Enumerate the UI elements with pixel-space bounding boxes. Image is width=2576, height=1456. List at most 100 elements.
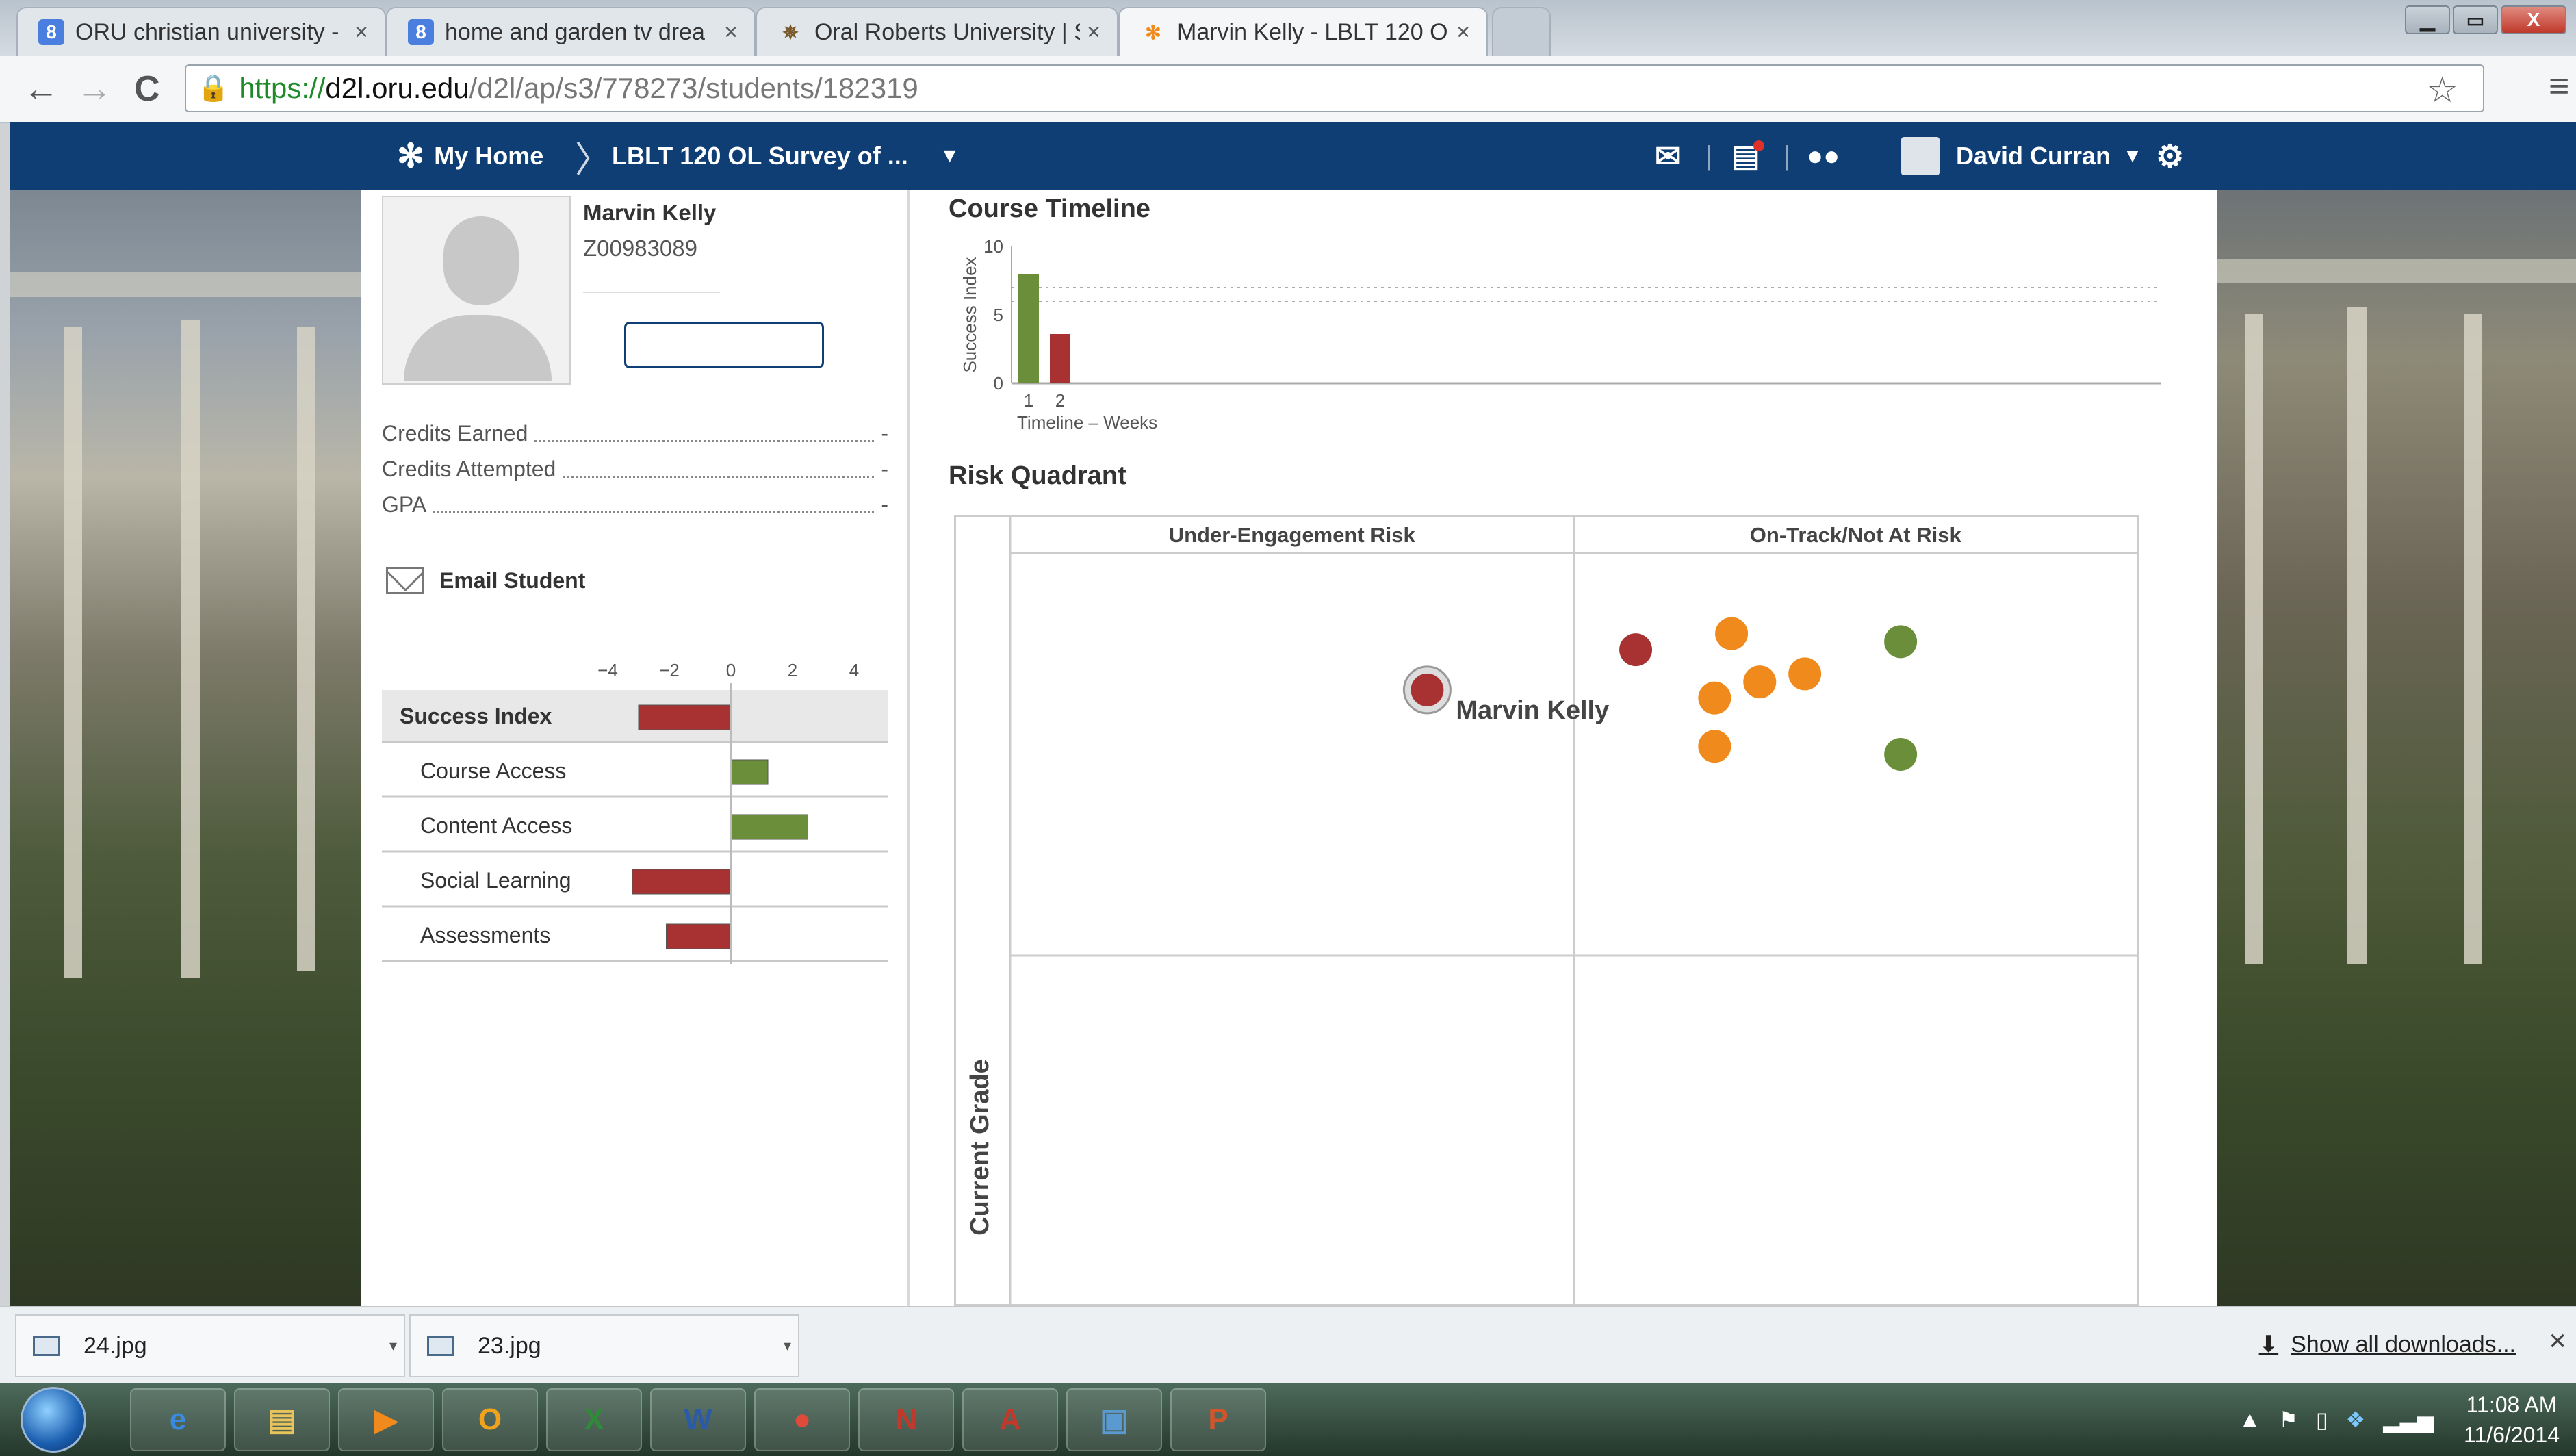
user-avatar-icon <box>1901 137 1940 175</box>
quadrant-label: Under-Engagement Risk <box>1169 523 1416 547</box>
highlighted-student-label: Marvin Kelly <box>1456 696 1609 725</box>
excel-icon[interactable]: X <box>546 1388 642 1451</box>
risk-point <box>1698 730 1731 763</box>
forward-button[interactable]: → <box>77 68 112 110</box>
battery-icon[interactable]: ▯ <box>2316 1407 2328 1433</box>
chrome-icon[interactable]: ● <box>754 1388 850 1451</box>
student-divider <box>583 292 720 293</box>
browser-menu-icon[interactable]: ≡ <box>2549 66 2576 107</box>
settings-gear-icon[interactable]: ⚙ <box>2156 122 2184 190</box>
quadrant-label: On-Track/Not At Risk <box>1750 523 1962 547</box>
show-all-downloads-link[interactable]: ⬇ Show all downloads... <box>2259 1331 2516 1358</box>
my-home-link[interactable]: ✻ My Home <box>397 122 543 190</box>
tab-title: Marvin Kelly - LBLT 120 O <box>1177 18 1448 45</box>
start-button[interactable] <box>21 1387 86 1453</box>
stat-label: Credits Earned <box>382 420 528 446</box>
photos-icon[interactable]: ▣ <box>1066 1388 1162 1451</box>
risk-point <box>1715 617 1749 650</box>
tab-marvin-kelly[interactable]: ✻ Marvin Kelly - LBLT 120 O × <box>1118 7 1488 56</box>
downloads-bar: 24.jpg ▾ 23.jpg ▾ ⬇ Show all downloads..… <box>0 1306 2576 1384</box>
url-host: d2l.oru.edu <box>325 72 469 104</box>
y-tick-label: 10 <box>983 238 1003 257</box>
student-action-button[interactable] <box>624 322 824 368</box>
stat-label: GPA <box>382 491 427 517</box>
success-row-label: Assessments <box>420 923 550 947</box>
update-alerts-icon[interactable]: ▤ <box>1731 122 1764 190</box>
course-selector[interactable]: LBLT 120 OL Survey of ... ▼ <box>612 122 959 190</box>
system-tray: ▲ ⚑ ▯ ❖ ▂▃▅ 11:08 AM 11/6/2014 <box>2239 1383 2560 1456</box>
nav-separator: | <box>1783 140 1791 171</box>
course-timeline-title: Course Timeline <box>949 194 1150 223</box>
image-file-icon <box>427 1336 454 1356</box>
tab-title: home and garden tv drea <box>445 18 705 45</box>
outlook-icon[interactable]: O <box>442 1388 538 1451</box>
campus-background-right <box>2217 122 2576 1306</box>
chevron-down-icon: ▼ <box>939 144 960 167</box>
dropbox-icon[interactable]: ❖ <box>2346 1407 2366 1433</box>
close-downloads-icon[interactable]: × <box>2549 1324 2566 1358</box>
tray-arrow-icon[interactable]: ▲ <box>2239 1407 2261 1432</box>
tab-close-icon[interactable]: × <box>1080 19 1107 46</box>
tab-oru-search[interactable]: 8 ORU christian university - × <box>16 7 386 56</box>
axis-tick-label: −2 <box>659 660 680 680</box>
risk-point <box>1619 633 1653 667</box>
signal-icon[interactable]: ▂▃▅ <box>2383 1407 2434 1433</box>
address-bar[interactable]: 🔒 https://d2l.oru.edu/d2l/ap/s3/778273/s… <box>185 64 2484 112</box>
powerpoint-icon[interactable]: P <box>1170 1388 1266 1451</box>
download-item[interactable]: 24.jpg ▾ <box>15 1314 405 1377</box>
restore-button[interactable]: ▭ <box>2453 5 2498 34</box>
download-item[interactable]: 23.jpg ▾ <box>409 1314 799 1377</box>
google-icon: 8 <box>38 19 64 45</box>
internet-explorer-icon[interactable]: e <box>130 1388 226 1451</box>
show-all-label: Show all downloads... <box>2291 1331 2516 1357</box>
tab-oral-roberts[interactable]: ✵ Oral Roberts University | S × <box>756 7 1118 56</box>
campus-background-left <box>10 122 361 1306</box>
x-tick-label: 1 <box>1024 390 1033 411</box>
tab-home-garden[interactable]: 8 home and garden tv drea × <box>386 7 756 56</box>
breadcrumb-chevron-icon: 〉 <box>575 140 611 180</box>
subscription-alerts-icon[interactable]: ●● <box>1807 122 1840 190</box>
flag-icon[interactable]: ⚑ <box>2278 1407 2298 1433</box>
new-tab-button[interactable] <box>1492 7 1551 56</box>
success-bar <box>632 869 732 895</box>
back-button[interactable]: ← <box>23 68 59 110</box>
tab-close-icon[interactable]: × <box>717 19 745 46</box>
message-alerts-icon[interactable]: ✉ <box>1655 122 1682 190</box>
y-tick-label: 5 <box>994 305 1003 325</box>
minimize-button[interactable]: ▁ <box>2405 5 2450 34</box>
url-path: /d2l/ap/s3/778273/students/182319 <box>469 72 918 104</box>
user-name: David Curran <box>1956 142 2111 170</box>
clock-date: 11/6/2014 <box>2464 1422 2560 1447</box>
reload-button[interactable]: C <box>134 68 160 110</box>
window-controls: ▁ ▭ X <box>2405 5 2566 34</box>
chevron-down-icon[interactable]: ▾ <box>784 1337 791 1355</box>
risk-point <box>1884 738 1918 771</box>
clock-time: 11:08 AM <box>2466 1392 2558 1417</box>
envelope-icon <box>386 567 424 594</box>
acrobat-icon[interactable]: A <box>962 1388 1058 1451</box>
file-explorer-icon[interactable]: ▤ <box>234 1388 330 1451</box>
download-filename: 23.jpg <box>478 1332 541 1359</box>
course-label: LBLT 120 OL Survey of ... <box>612 142 908 170</box>
risk-point <box>1411 673 1444 706</box>
risk-point <box>1884 625 1918 659</box>
bookmark-star-icon[interactable]: ☆ <box>2426 70 2458 111</box>
browser-chrome: 8 ORU christian university - × 8 home an… <box>0 0 2576 123</box>
x-tick-label: 2 <box>1055 390 1065 411</box>
email-student-link[interactable]: Email Student <box>386 567 585 594</box>
chevron-down-icon[interactable]: ▾ <box>389 1337 397 1355</box>
y-axis-label: Success Index <box>959 257 980 372</box>
user-menu[interactable]: David Curran ▼ <box>1901 122 2142 190</box>
notes-icon[interactable]: N <box>858 1388 954 1451</box>
success-row-label: Course Access <box>420 758 566 783</box>
taskbar-clock[interactable]: 11:08 AM 11/6/2014 <box>2464 1390 2560 1450</box>
word-icon[interactable]: W <box>650 1388 746 1451</box>
close-window-button[interactable]: X <box>2501 5 2566 34</box>
tab-close-icon[interactable]: × <box>348 19 375 46</box>
tab-close-icon[interactable]: × <box>1450 19 1477 46</box>
browser-toolbar: ← → C 🔒 https://d2l.oru.edu/d2l/ap/s3/77… <box>0 56 2576 123</box>
media-player-icon[interactable]: ▶ <box>338 1388 434 1451</box>
timeline-bar <box>1018 274 1039 383</box>
email-student-label: Email Student <box>439 567 586 593</box>
gpa-row: GPA - <box>382 489 888 520</box>
